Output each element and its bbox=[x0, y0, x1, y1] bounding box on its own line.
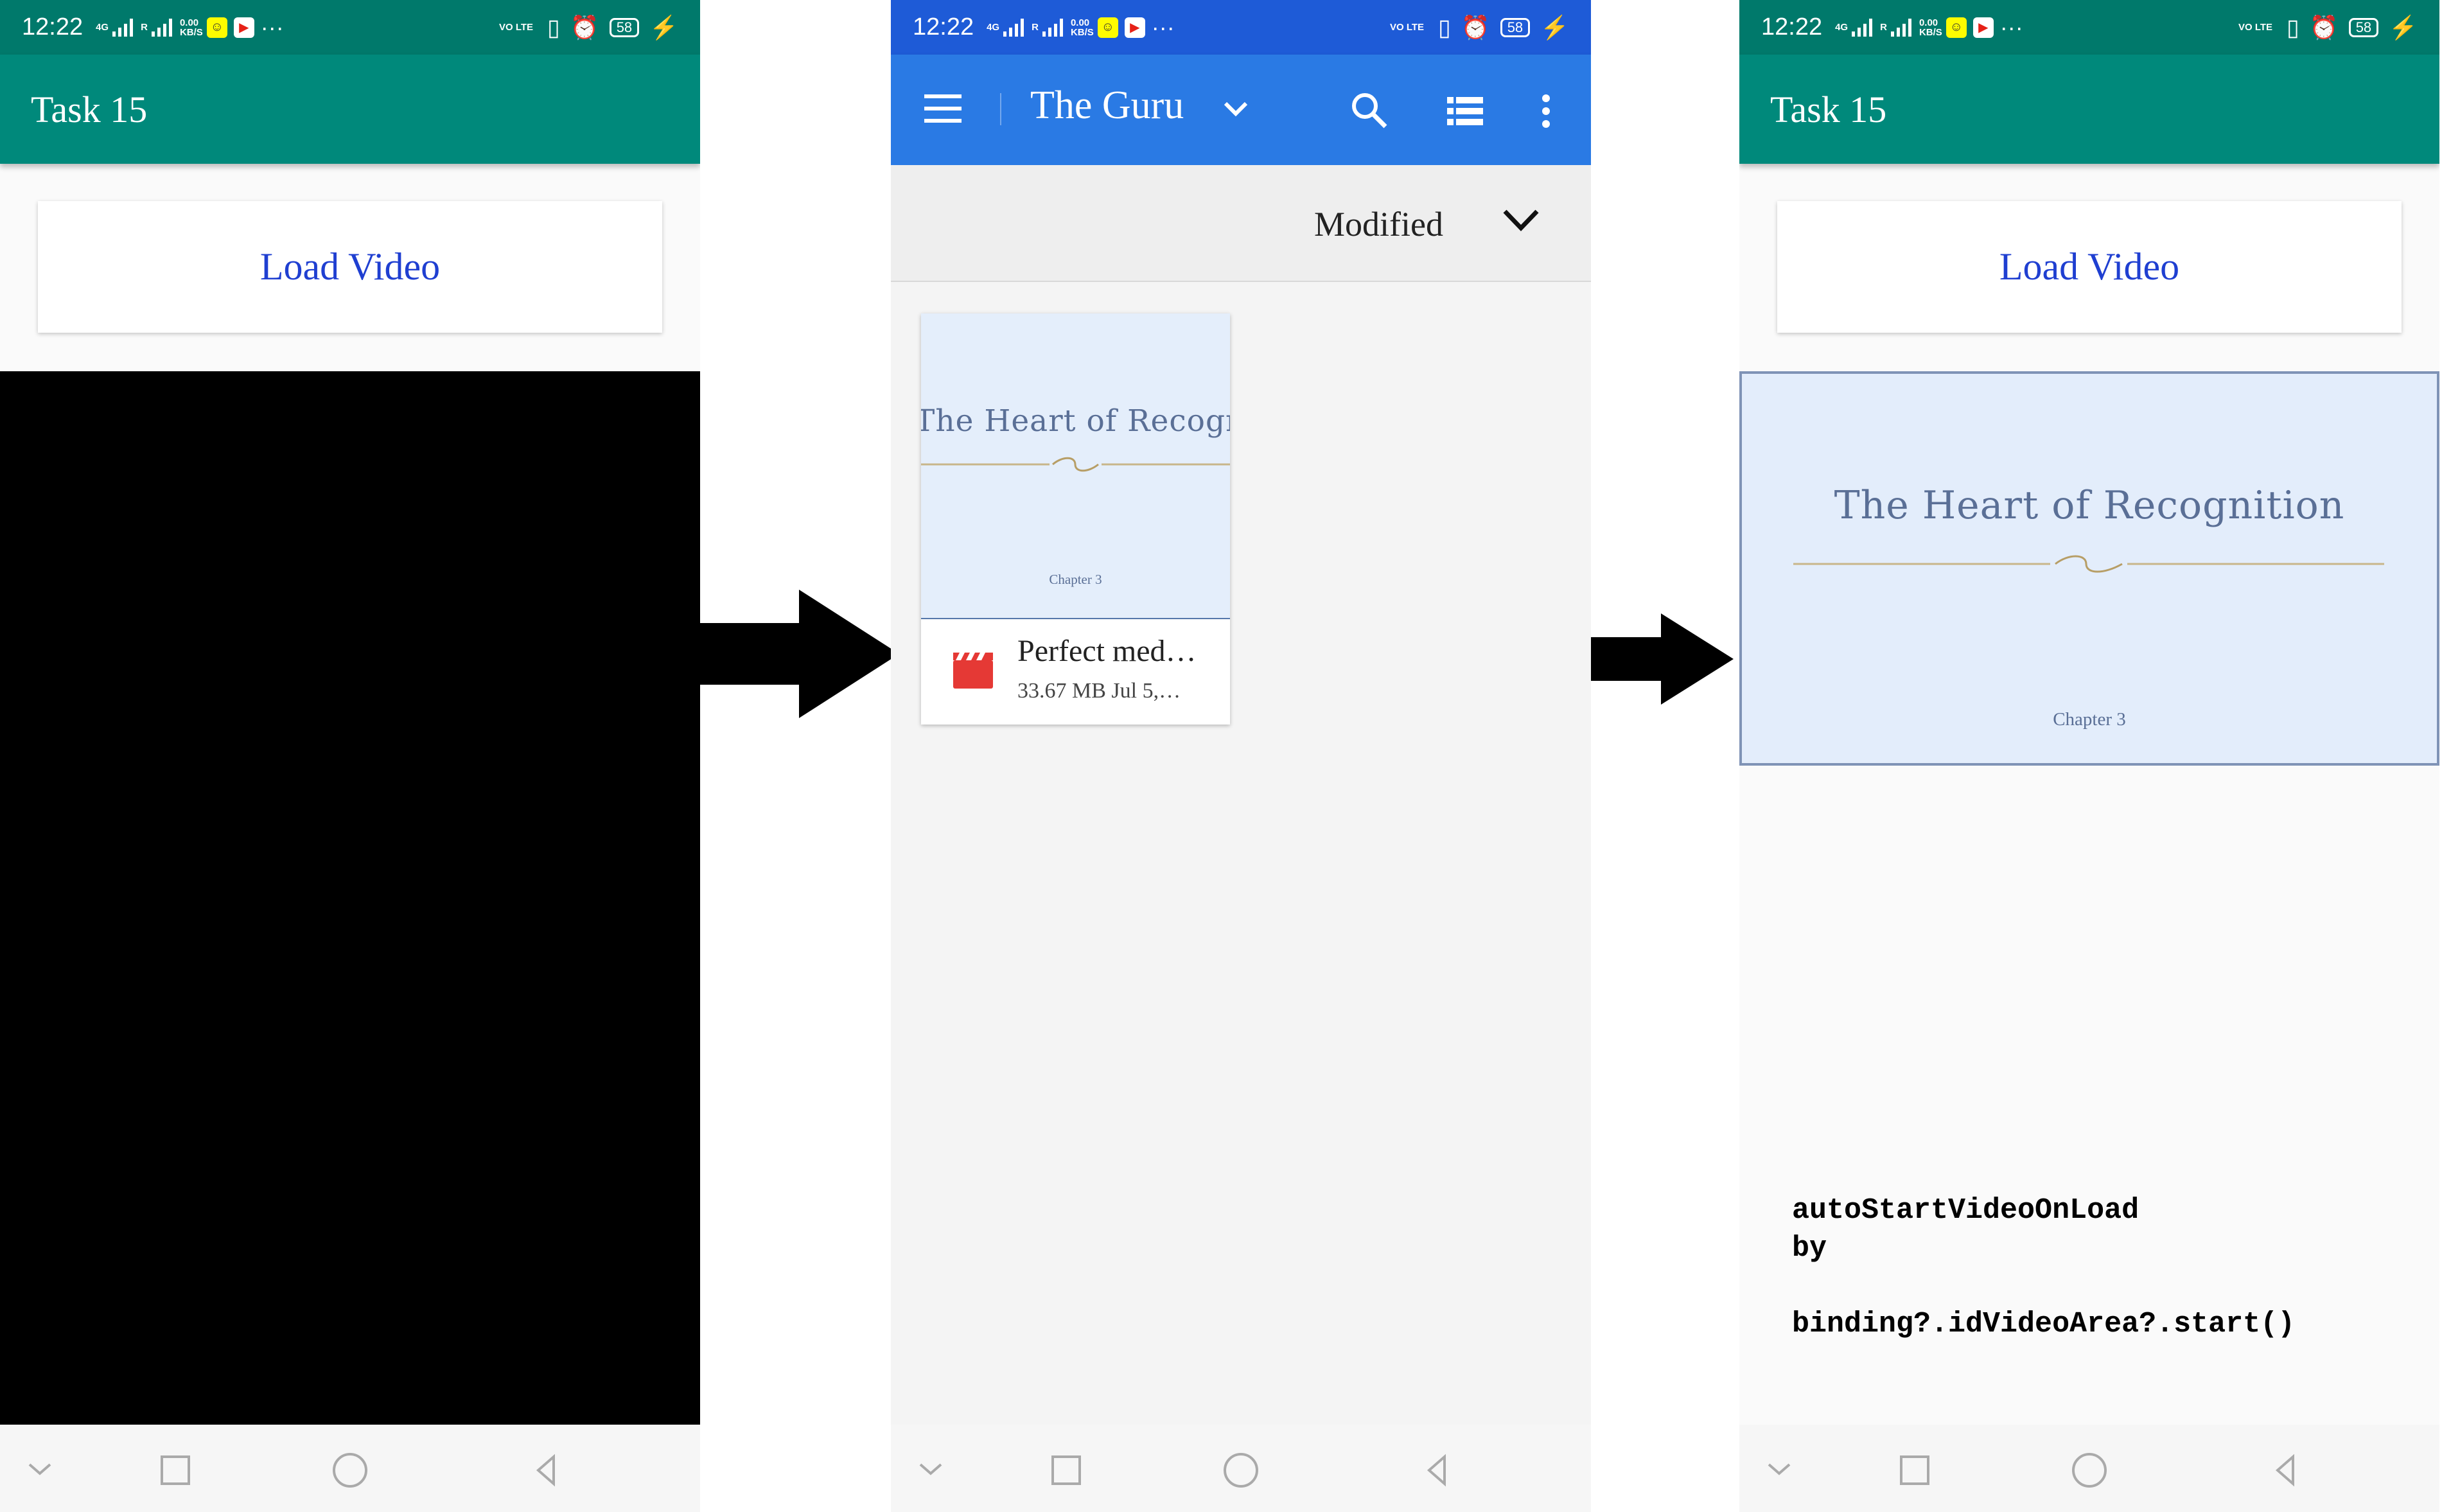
network-type: 4G bbox=[987, 22, 1000, 33]
list-view-icon[interactable] bbox=[1447, 97, 1483, 127]
youtube-icon: ▶ bbox=[233, 17, 254, 38]
alarm-icon: ⏰ bbox=[2309, 13, 2339, 40]
network-type: 4G bbox=[1835, 22, 1849, 33]
roaming-indicator: R bbox=[1032, 22, 1039, 33]
signal-icon-2 bbox=[151, 18, 172, 37]
more-notifications: ··· bbox=[260, 13, 284, 40]
ornament-divider bbox=[1793, 555, 2384, 573]
app-title: Task 15 bbox=[31, 88, 148, 130]
divider bbox=[1000, 93, 1001, 125]
video-view[interactable]: The Heart of Recognition Chapter 3 bbox=[1739, 371, 2439, 766]
status-bar: 12:22 4G R 0.00 KB/S ☺ ▶ ··· VO LTE ▯ ⏰ 5… bbox=[0, 0, 700, 55]
video-chapter: Chapter 3 bbox=[2053, 709, 2126, 730]
sort-label[interactable]: Modified bbox=[1314, 204, 1443, 244]
roaming-indicator: R bbox=[141, 22, 148, 33]
video-file-icon bbox=[953, 653, 993, 689]
signal-icon-2 bbox=[1890, 18, 1911, 37]
file-meta: 33.67 MB Jul 5,… bbox=[1017, 679, 1181, 703]
data-speed: 0.00 KB/S bbox=[1070, 17, 1094, 38]
alarm-icon: ⏰ bbox=[570, 13, 599, 40]
nav-home-icon bbox=[1224, 1453, 1258, 1488]
video-title: The Heart of Recognition bbox=[1834, 483, 2345, 528]
battery-icon: 58 bbox=[2348, 17, 2379, 37]
search-icon[interactable] bbox=[1351, 92, 1389, 130]
navigation-bar bbox=[891, 1425, 1591, 1512]
nav-recents-icon bbox=[1900, 1455, 1929, 1485]
load-video-button[interactable]: Load Video bbox=[1777, 201, 2402, 333]
sort-chevron-icon[interactable] bbox=[1502, 207, 1540, 233]
video-area-empty[interactable] bbox=[0, 371, 700, 1425]
app-bar: The Guru bbox=[891, 55, 1591, 165]
video-thumbnail: The Heart of Recognition Chapter 3 bbox=[921, 313, 1230, 619]
signal-icon bbox=[1003, 18, 1024, 37]
nav-down-icon bbox=[1768, 1463, 1791, 1475]
arrow-right-icon bbox=[700, 590, 899, 718]
vibrate-icon: ▯ bbox=[1438, 13, 1451, 40]
nav-recents-icon bbox=[161, 1455, 190, 1485]
battery-icon: 58 bbox=[609, 17, 640, 37]
code-annotation: autoStartVideoOnLoad by binding?.idVideo… bbox=[1792, 1191, 2295, 1343]
file-name: Perfect med… bbox=[1017, 634, 1197, 668]
status-bar: 12:22 4G R 0.00 KB/S ☺ ▶ ··· VO LTE ▯ ⏰ 5… bbox=[1739, 0, 2439, 55]
nav-down-icon bbox=[919, 1463, 942, 1475]
network-type: 4G bbox=[96, 22, 109, 33]
roaming-indicator: R bbox=[1880, 22, 1887, 33]
signal-icon-2 bbox=[1042, 18, 1063, 37]
data-speed: 0.00 KB/S bbox=[1919, 17, 1942, 38]
arrow-right-icon bbox=[1591, 613, 1734, 705]
status-time: 12:22 bbox=[22, 13, 83, 40]
ornament-divider bbox=[921, 457, 1230, 472]
alarm-icon: ⏰ bbox=[1461, 13, 1490, 40]
charging-icon: ⚡ bbox=[2389, 13, 2418, 40]
overflow-menu-icon[interactable] bbox=[1540, 93, 1552, 129]
load-video-button[interactable]: Load Video bbox=[38, 201, 662, 333]
status-time: 12:22 bbox=[913, 13, 974, 40]
annotation-line-2: by bbox=[1792, 1232, 1827, 1265]
phone-screen-left: 12:22 4G R 0.00 KB/S ☺ ▶ ··· VO LTE ▯ ⏰ 5… bbox=[0, 0, 700, 1512]
phone-screen-middle: 12:22 4G R 0.00 KB/S ☺ ▶ ··· VO LTE ▯ ⏰ 5… bbox=[891, 0, 1591, 1512]
youtube-icon: ▶ bbox=[1124, 17, 1145, 38]
nav-recents-icon bbox=[1051, 1455, 1081, 1485]
nav-home-icon bbox=[333, 1453, 367, 1488]
chevron-down-icon[interactable] bbox=[1223, 100, 1249, 119]
volte-icon: VO LTE bbox=[498, 22, 534, 33]
nav-back-icon bbox=[536, 1454, 555, 1487]
folder-title[interactable]: The Guru bbox=[1030, 83, 1184, 128]
annotation-line-1: autoStartVideoOnLoad bbox=[1792, 1194, 2139, 1227]
signal-icon bbox=[112, 18, 134, 37]
nav-home-icon bbox=[2072, 1453, 2107, 1488]
thumbnail-chapter: Chapter 3 bbox=[1049, 572, 1102, 587]
navigation-bar bbox=[1739, 1425, 2439, 1512]
file-card[interactable]: The Heart of Recognition Chapter 3 Perfe… bbox=[921, 313, 1230, 725]
thumbnail-title: The Heart of Recognition bbox=[921, 403, 1230, 439]
battery-icon: 58 bbox=[1500, 17, 1531, 37]
status-bar: 12:22 4G R 0.00 KB/S ☺ ▶ ··· VO LTE ▯ ⏰ 5… bbox=[891, 0, 1591, 55]
nav-back-icon bbox=[1427, 1454, 1446, 1487]
volte-icon: VO LTE bbox=[1389, 22, 1425, 33]
sort-bar[interactable]: Modified bbox=[891, 165, 1591, 282]
nav-down-icon bbox=[28, 1463, 51, 1475]
file-info: Perfect med… 33.67 MB Jul 5,… bbox=[921, 619, 1230, 725]
signal-icon bbox=[1852, 18, 1873, 37]
snapchat-icon: ☺ bbox=[1946, 17, 1967, 38]
data-speed: 0.00 KB/S bbox=[179, 17, 203, 38]
charging-icon: ⚡ bbox=[1540, 13, 1569, 40]
app-title: Task 15 bbox=[1770, 88, 1887, 130]
navigation-bar bbox=[0, 1425, 700, 1512]
app-bar: Task 15 bbox=[1739, 55, 2439, 164]
app-bar: Task 15 bbox=[0, 55, 700, 164]
more-notifications: ··· bbox=[1999, 13, 2023, 40]
youtube-icon: ▶ bbox=[1972, 17, 1994, 38]
annotation-line-3: binding?.idVideoArea?.start() bbox=[1792, 1308, 2296, 1341]
snapchat-icon: ☺ bbox=[1097, 17, 1118, 38]
more-notifications: ··· bbox=[1151, 13, 1175, 40]
vibrate-icon: ▯ bbox=[2287, 13, 2299, 40]
menu-icon[interactable] bbox=[924, 94, 963, 124]
vibrate-icon: ▯ bbox=[547, 13, 560, 40]
snapchat-icon: ☺ bbox=[206, 17, 227, 38]
nav-back-icon bbox=[2275, 1454, 2294, 1487]
volte-icon: VO LTE bbox=[2238, 22, 2273, 33]
status-time: 12:22 bbox=[1761, 13, 1823, 40]
charging-icon: ⚡ bbox=[649, 13, 678, 40]
